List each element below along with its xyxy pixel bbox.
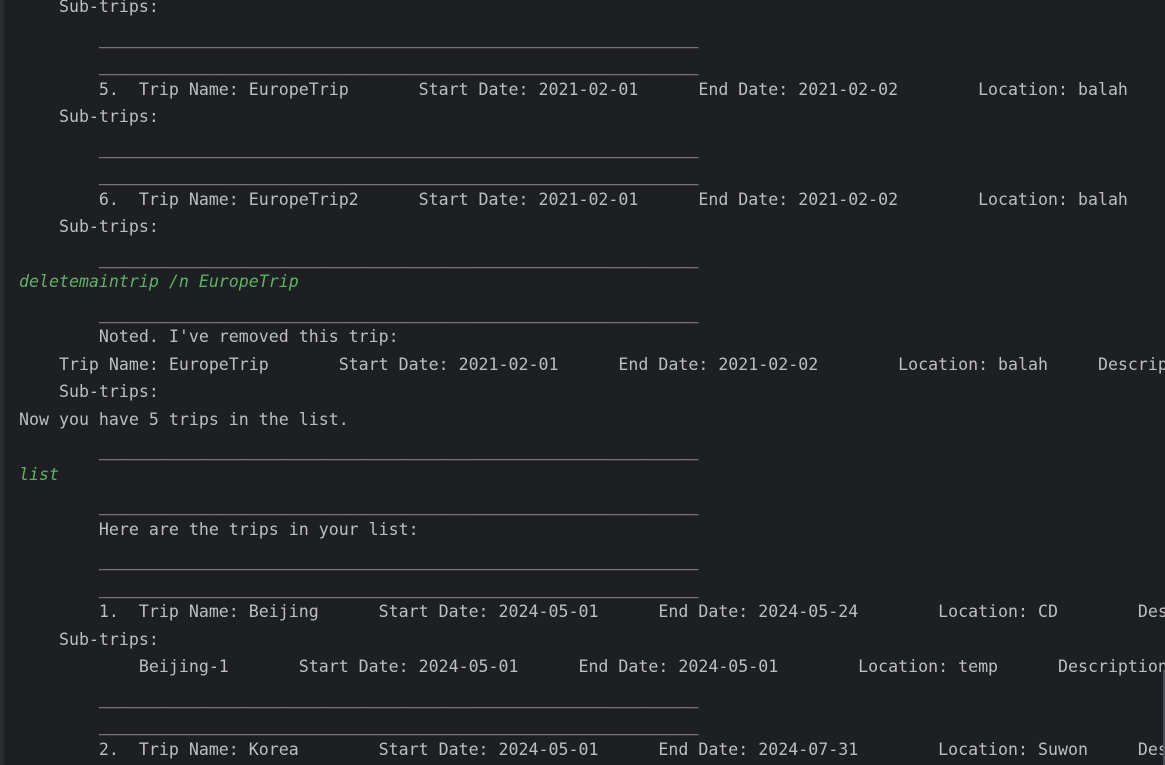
console-line-trip-5: 5. Trip Name: EuropeTrip Start Date: 202… <box>19 80 1128 99</box>
console-line-separator: ________________________________________… <box>19 689 699 708</box>
console-line-trip-2: 2. Trip Name: Korea Start Date: 2024-05-… <box>19 740 1165 759</box>
console-line-separator: ________________________________________… <box>19 29 699 48</box>
console-line-trip-count: Now you have 5 trips in the list. <box>19 410 349 429</box>
console-line-separator: ________________________________________… <box>19 551 699 570</box>
console-line-sub-trips-header: Sub-trips: <box>19 630 159 649</box>
console-line-separator: ________________________________________… <box>19 166 699 185</box>
console-line-sub-trips-header: Sub-trips: <box>19 217 159 236</box>
console-line-separator: ________________________________________… <box>19 249 699 268</box>
console-line-list-header: Here are the trips in your list: <box>19 520 419 539</box>
console-line-removed-trip: Trip Name: EuropeTrip Start Date: 2021-0… <box>19 355 1165 374</box>
console-line-separator: ________________________________________… <box>19 56 699 75</box>
console-line-sub-trips-header: Sub-trips: <box>19 0 159 16</box>
console-gutter <box>0 0 4 765</box>
console-line-removed-notice: Noted. I've removed this trip: <box>19 327 399 346</box>
console-line-user-command: deletemaintrip /n EuropeTrip <box>19 272 299 291</box>
console-line-user-command: list <box>19 465 59 484</box>
console-output[interactable]: Sub-trips: _____________________________… <box>0 0 1165 765</box>
console-line-sub-trips-header: Sub-trips: <box>19 107 159 126</box>
console-line-separator: ________________________________________… <box>19 496 699 515</box>
console-line-separator: ________________________________________… <box>19 716 699 735</box>
console-line-trip-6: 6. Trip Name: EuropeTrip2 Start Date: 20… <box>19 190 1128 209</box>
console-line-sub-trip-beijing-1: Beijing-1 Start Date: 2024-05-01 End Dat… <box>19 657 1165 676</box>
console-line-separator: ________________________________________… <box>19 304 699 323</box>
console-line-separator: ________________________________________… <box>19 139 699 158</box>
console-line-sub-trips-header: Sub-trips: <box>19 382 159 401</box>
console-line-separator: ________________________________________… <box>19 579 699 598</box>
console-line-trip-1: 1. Trip Name: Beijing Start Date: 2024-0… <box>19 602 1165 621</box>
console-line-separator: ________________________________________… <box>19 441 699 460</box>
